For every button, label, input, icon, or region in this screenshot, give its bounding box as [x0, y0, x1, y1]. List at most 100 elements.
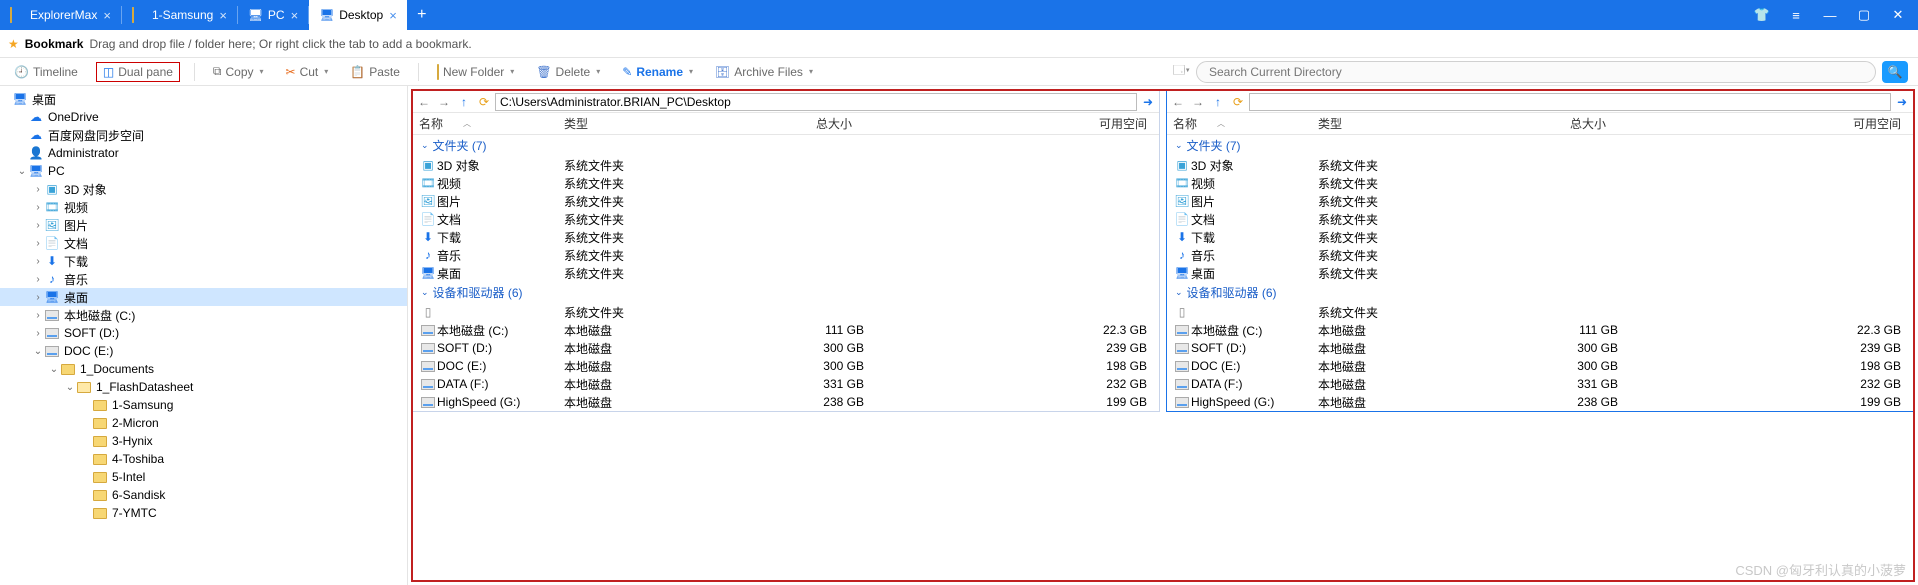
refresh-button[interactable]: ⟳: [1229, 95, 1247, 109]
shirt-icon[interactable]: 👕: [1750, 7, 1774, 23]
path-input[interactable]: [1249, 93, 1891, 111]
path-input[interactable]: [495, 93, 1137, 111]
tab-pc[interactable]: 🖥 PC ×: [238, 0, 308, 30]
up-button[interactable]: ↑: [455, 95, 473, 109]
group-drives[interactable]: ⌄设备和驱动器 (6): [413, 282, 1159, 303]
tree-node[interactable]: 1-Samsung: [0, 396, 407, 414]
tree-node[interactable]: ›🖼图片: [0, 216, 407, 234]
copy-button[interactable]: ⧉Copy▾: [209, 62, 268, 81]
group-folders[interactable]: ⌄文件夹 (7): [1167, 135, 1913, 156]
close-icon[interactable]: ×: [291, 8, 299, 23]
column-headers[interactable]: 名称︿ 类型 总大小 可用空间: [1167, 113, 1913, 135]
toggle-icon[interactable]: ›: [32, 256, 44, 267]
close-icon[interactable]: ×: [389, 8, 397, 23]
toggle-icon[interactable]: ›: [32, 328, 44, 339]
toggle-icon[interactable]: ›: [32, 184, 44, 195]
tree-node[interactable]: ›SOFT (D:): [0, 324, 407, 342]
refresh-button[interactable]: ⟳: [475, 95, 493, 109]
toggle-icon[interactable]: ›: [32, 310, 44, 321]
toggle-icon[interactable]: ⌄: [16, 166, 28, 177]
minimize-button[interactable]: —: [1818, 8, 1842, 23]
search-input[interactable]: [1196, 61, 1876, 83]
tree-node[interactable]: 4-Toshiba: [0, 450, 407, 468]
tree-node[interactable]: ⌄🖥PC: [0, 162, 407, 180]
maximize-button[interactable]: ▢: [1852, 7, 1876, 23]
tree-node[interactable]: 👤Administrator: [0, 144, 407, 162]
menu-icon[interactable]: ≡: [1784, 8, 1808, 23]
cut-button[interactable]: ✂Cut▾: [282, 63, 333, 81]
file-list[interactable]: ⌄文件夹 (7)▣3D 对象系统文件夹🎞视频系统文件夹🖼图片系统文件夹📄文档系统…: [413, 135, 1159, 411]
list-item[interactable]: ♪音乐系统文件夹: [1167, 246, 1913, 264]
list-item[interactable]: SOFT (D:)本地磁盘300 GB239 GB: [413, 339, 1159, 357]
toggle-icon[interactable]: ⌄: [32, 346, 44, 357]
forward-button[interactable]: →: [435, 95, 453, 109]
tree-node[interactable]: ›⬇下载: [0, 252, 407, 270]
tab-desktop[interactable]: 🖥 Desktop ×: [309, 0, 407, 30]
tree-node[interactable]: 5-Intel: [0, 468, 407, 486]
toggle-icon[interactable]: ›: [32, 292, 44, 303]
back-button[interactable]: ←: [1169, 95, 1187, 109]
list-item[interactable]: SOFT (D:)本地磁盘300 GB239 GB: [1167, 339, 1913, 357]
toggle-icon[interactable]: ›: [32, 202, 44, 213]
forward-button[interactable]: →: [1189, 95, 1207, 109]
toggle-icon[interactable]: ⌄: [64, 382, 76, 393]
list-item[interactable]: ▣3D 对象系统文件夹: [413, 156, 1159, 174]
tree-node[interactable]: ⌄DOC (E:): [0, 342, 407, 360]
list-item[interactable]: HighSpeed (G:)本地磁盘238 GB199 GB: [1167, 393, 1913, 411]
tree-node[interactable]: 6-Sandisk: [0, 486, 407, 504]
file-list[interactable]: ⌄文件夹 (7)▣3D 对象系统文件夹🎞视频系统文件夹🖼图片系统文件夹📄文档系统…: [1167, 135, 1913, 411]
list-item[interactable]: ▯系统文件夹: [1167, 303, 1913, 321]
list-item[interactable]: 🖥桌面系统文件夹: [1167, 264, 1913, 282]
paste-button[interactable]: 📋Paste: [346, 63, 404, 81]
new-tab-button[interactable]: +: [407, 0, 437, 30]
list-item[interactable]: 本地磁盘 (C:)本地磁盘111 GB22.3 GB: [413, 321, 1159, 339]
sort-icon[interactable]: ︿: [463, 118, 471, 129]
tree-node[interactable]: 2-Micron: [0, 414, 407, 432]
toggle-icon[interactable]: ⌄: [48, 364, 60, 375]
tree-node[interactable]: ›🖥桌面: [0, 288, 407, 306]
tree-node[interactable]: ›本地磁盘 (C:): [0, 306, 407, 324]
tab-explorermax[interactable]: ExplorerMax ×: [0, 0, 121, 30]
list-item[interactable]: DOC (E:)本地磁盘300 GB198 GB: [413, 357, 1159, 375]
group-folders[interactable]: ⌄文件夹 (7): [413, 135, 1159, 156]
tree-node[interactable]: ›▣3D 对象: [0, 180, 407, 198]
tree-node[interactable]: ›📄文档: [0, 234, 407, 252]
search-button[interactable]: 🔍: [1882, 61, 1908, 83]
list-item[interactable]: 📄文档系统文件夹: [1167, 210, 1913, 228]
toggle-icon[interactable]: ›: [32, 238, 44, 249]
list-item[interactable]: 📄文档系统文件夹: [413, 210, 1159, 228]
timeline-button[interactable]: 🕘Timeline: [10, 63, 82, 81]
list-item[interactable]: ⬇下载系统文件夹: [1167, 228, 1913, 246]
list-item[interactable]: HighSpeed (G:)本地磁盘238 GB199 GB: [413, 393, 1159, 411]
tree-node[interactable]: 3-Hynix: [0, 432, 407, 450]
rename-button[interactable]: ✎Rename▾: [618, 63, 697, 81]
tree-node[interactable]: ☁百度网盘同步空间: [0, 126, 407, 144]
list-item[interactable]: 本地磁盘 (C:)本地磁盘111 GB22.3 GB: [1167, 321, 1913, 339]
tree-node[interactable]: 7-YMTC: [0, 504, 407, 522]
go-button[interactable]: ➜: [1139, 95, 1157, 109]
toggle-icon[interactable]: ›: [32, 220, 44, 231]
tree-node[interactable]: ›♪音乐: [0, 270, 407, 288]
list-item[interactable]: 🖼图片系统文件夹: [413, 192, 1159, 210]
tree-node[interactable]: ☁OneDrive: [0, 108, 407, 126]
close-window-button[interactable]: ✕: [1886, 7, 1910, 23]
archive-button[interactable]: 🗄Archive Files▾: [711, 63, 817, 81]
list-item[interactable]: ▣3D 对象系统文件夹: [1167, 156, 1913, 174]
tree-node[interactable]: ›🎞视频: [0, 198, 407, 216]
close-icon[interactable]: ×: [219, 8, 227, 23]
list-item[interactable]: ♪音乐系统文件夹: [413, 246, 1159, 264]
tab-1samsung[interactable]: 1-Samsung ×: [122, 0, 237, 30]
list-item[interactable]: ⬇下载系统文件夹: [413, 228, 1159, 246]
close-icon[interactable]: ×: [103, 8, 111, 23]
toggle-icon[interactable]: ›: [32, 274, 44, 285]
back-button[interactable]: ←: [415, 95, 433, 109]
up-button[interactable]: ↑: [1209, 95, 1227, 109]
list-item[interactable]: DATA (F:)本地磁盘331 GB232 GB: [1167, 375, 1913, 393]
tree-node[interactable]: 🖥桌面: [0, 90, 407, 108]
group-drives[interactable]: ⌄设备和驱动器 (6): [1167, 282, 1913, 303]
folder-tree[interactable]: 🖥桌面☁OneDrive☁百度网盘同步空间👤Administrator⌄🖥PC›…: [0, 86, 408, 585]
list-item[interactable]: 🎞视频系统文件夹: [1167, 174, 1913, 192]
list-item[interactable]: DATA (F:)本地磁盘331 GB232 GB: [413, 375, 1159, 393]
sort-icon[interactable]: ︿: [1217, 118, 1225, 129]
address-icon[interactable]: 🗔▾: [1173, 61, 1190, 82]
